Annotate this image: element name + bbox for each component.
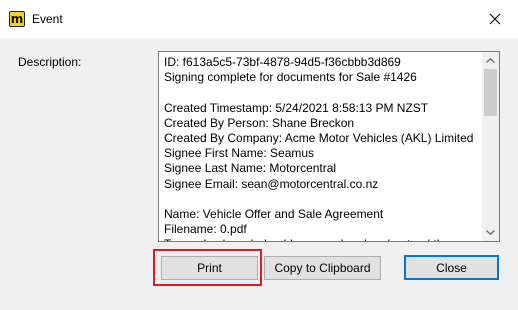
dialog-content: Description: ID: f613a5c5-73bf-4878-94d5… [0,38,518,310]
copy-to-clipboard-button[interactable]: Copy to Clipboard [264,256,381,280]
scroll-thumb[interactable] [484,69,497,116]
close-icon [489,13,501,25]
title-bar: m Event [0,0,518,38]
description-label: Description: [18,55,82,69]
app-logo-icon: m [9,11,25,27]
window-close-button[interactable] [472,0,518,38]
scroll-up-button[interactable] [482,52,499,69]
description-textbox[interactable]: ID: f613a5c5-73bf-4878-94d5-f36cbbb3d869… [158,51,500,242]
app-logo-letter: m [10,12,24,26]
scroll-down-arrow-icon [486,230,495,235]
close-button[interactable]: Close [404,255,499,280]
scroll-down-button[interactable] [482,224,499,241]
print-button[interactable]: Print [161,256,258,280]
description-scrollbar[interactable] [482,52,499,241]
window-title: Event [32,12,63,26]
event-dialog: m Event Description: ID: f613a5c5-73bf-4… [0,0,518,310]
description-text[interactable]: ID: f613a5c5-73bf-4878-94d5-f36cbbb3d869… [164,55,480,241]
scroll-up-arrow-icon [486,58,495,63]
